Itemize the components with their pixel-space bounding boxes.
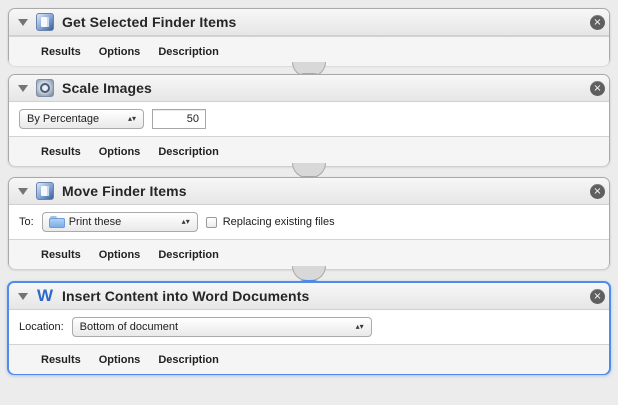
disclosure-triangle-icon[interactable] — [18, 187, 28, 195]
action-title: Insert Content into Word Documents — [62, 288, 310, 304]
action-titlebar[interactable]: W Insert Content into Word Documents × — [9, 283, 609, 310]
close-icon[interactable]: × — [590, 80, 605, 96]
results-button[interactable]: Results — [41, 249, 81, 261]
popup-arrows-icon: ▴▾ — [355, 322, 364, 331]
disclosure-triangle-icon[interactable] — [18, 84, 28, 92]
action-content: To: Print these ▴▾ Replacing existing fi… — [9, 205, 609, 239]
description-button[interactable]: Description — [158, 354, 219, 366]
options-button[interactable]: Options — [99, 46, 141, 58]
disclosure-triangle-icon[interactable] — [18, 292, 28, 300]
results-button[interactable]: Results — [41, 354, 81, 366]
results-button[interactable]: Results — [41, 46, 81, 58]
close-icon[interactable]: × — [590, 288, 605, 304]
description-button[interactable]: Description — [158, 46, 219, 58]
replace-existing-checkbox[interactable] — [205, 216, 217, 228]
scale-mode-select[interactable]: By Percentage ▴▾ — [19, 109, 144, 129]
finder-icon — [36, 182, 54, 200]
word-icon: W — [36, 286, 54, 305]
folder-icon — [48, 216, 65, 228]
options-button[interactable]: Options — [99, 249, 141, 261]
popup-arrows-icon: ▴▾ — [127, 114, 137, 123]
action-title: Scale Images — [62, 80, 152, 96]
close-icon[interactable]: × — [590, 14, 605, 30]
action-get-selected-finder-items[interactable]: Get Selected Finder Items × Results Opti… — [8, 8, 610, 66]
disclosure-triangle-icon[interactable] — [18, 18, 28, 26]
options-button[interactable]: Options — [99, 354, 141, 366]
action-scale-images[interactable]: Scale Images × By Percentage ▴▾ 50 Resul… — [8, 74, 610, 166]
preview-icon — [36, 79, 54, 97]
destination-label: To: — [19, 216, 34, 228]
options-button[interactable]: Options — [99, 146, 141, 158]
action-titlebar[interactable]: Get Selected Finder Items × — [9, 9, 609, 36]
destination-folder-select[interactable]: Print these ▴▾ — [41, 212, 198, 232]
action-move-finder-items[interactable]: Move Finder Items × To: Print these ▴▾ R… — [8, 177, 610, 269]
action-title: Move Finder Items — [62, 183, 187, 199]
popup-arrows-icon: ▴▾ — [181, 217, 190, 226]
location-select[interactable]: Bottom of document ▴▾ — [71, 317, 372, 337]
automator-workflow: Get Selected Finder Items × Results Opti… — [0, 0, 618, 405]
location-label: Location: — [19, 321, 64, 333]
scale-mode-value: By Percentage — [27, 113, 100, 125]
finder-icon — [36, 13, 54, 31]
action-content: By Percentage ▴▾ 50 — [9, 102, 609, 136]
results-button[interactable]: Results — [41, 146, 81, 158]
destination-folder-value: Print these — [68, 216, 122, 228]
action-content: Location: Bottom of document ▴▾ — [9, 310, 609, 344]
description-button[interactable]: Description — [158, 146, 219, 158]
action-title: Get Selected Finder Items — [62, 14, 237, 30]
action-footer: Results Options Description — [9, 239, 609, 269]
location-value: Bottom of document — [79, 321, 179, 333]
replace-existing-label: Replacing existing files — [222, 216, 335, 228]
action-footer: Results Options Description — [9, 136, 609, 166]
scale-value-input[interactable]: 50 — [152, 109, 206, 129]
action-insert-content-word[interactable]: W Insert Content into Word Documents × L… — [7, 281, 611, 375]
action-titlebar[interactable]: Scale Images × — [9, 75, 609, 102]
close-icon[interactable]: × — [590, 183, 605, 199]
connector-3 — [292, 266, 326, 281]
action-footer: Results Options Description — [9, 344, 609, 374]
description-button[interactable]: Description — [158, 249, 219, 261]
action-titlebar[interactable]: Move Finder Items × — [9, 178, 609, 205]
